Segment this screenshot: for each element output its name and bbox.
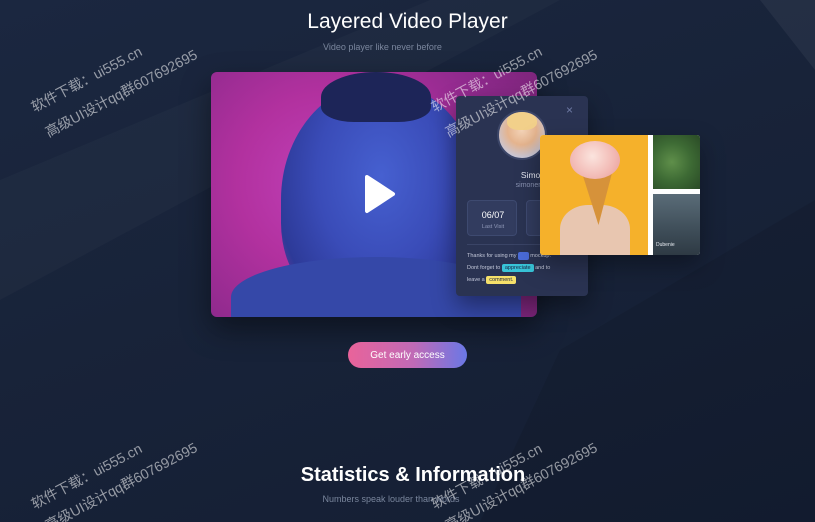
message-line: Dont forget to appreciate and to bbox=[467, 264, 550, 272]
photo-scoop bbox=[570, 141, 620, 179]
message-line: leave a comment. bbox=[467, 276, 517, 284]
stat-value: 06/07 bbox=[481, 210, 505, 220]
stat-last-visit: 06/07 Last Visit bbox=[467, 200, 517, 236]
message-text: Thanks for using my bbox=[467, 253, 517, 259]
message-tag bbox=[518, 252, 529, 260]
get-early-access-button[interactable]: Get early access bbox=[348, 342, 467, 368]
page-title: Layered Video Player bbox=[307, 10, 508, 33]
message-line: Thanks for using my mockup. bbox=[467, 252, 551, 260]
photo-plant[interactable] bbox=[653, 135, 700, 189]
message-text: and to bbox=[535, 265, 551, 271]
stat-label: Last Visit bbox=[481, 224, 505, 230]
message-tag: comment. bbox=[486, 276, 517, 284]
photo-street[interactable]: Dubenie bbox=[653, 194, 700, 255]
photo-ice-cream[interactable] bbox=[540, 135, 648, 255]
photo-gallery-card: Dubenie bbox=[540, 135, 700, 255]
close-icon[interactable]: × bbox=[566, 104, 578, 116]
page-subtitle: Video player like never before bbox=[323, 42, 442, 52]
video-thumbnail-hair bbox=[321, 72, 431, 122]
message-tag: appreciate bbox=[501, 264, 534, 272]
play-icon bbox=[365, 175, 395, 213]
play-button[interactable] bbox=[361, 174, 397, 214]
avatar-hair bbox=[507, 112, 537, 130]
message-text: Dont forget to bbox=[467, 265, 501, 271]
photo-caption: Dubenie bbox=[656, 242, 675, 248]
message-text: leave a bbox=[467, 277, 485, 283]
